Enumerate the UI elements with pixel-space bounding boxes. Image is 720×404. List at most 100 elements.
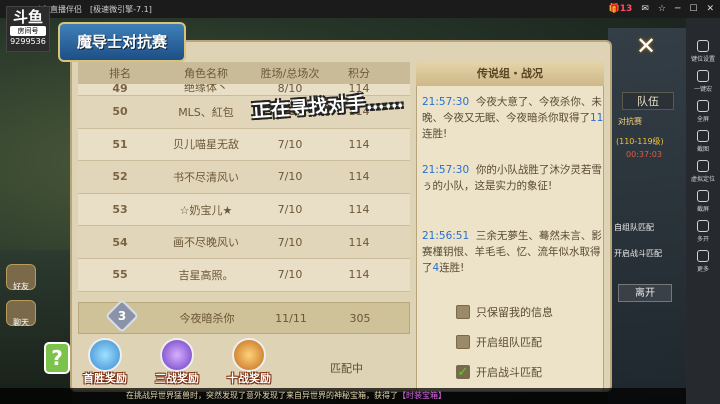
log-time: 21:57:30 bbox=[422, 96, 470, 108]
header-name: 角色名称 bbox=[184, 67, 228, 80]
log-time: 21:57:30 bbox=[422, 164, 470, 176]
side-timer: 00:37:03 bbox=[626, 150, 662, 159]
reward-label: 首胜奖励 bbox=[83, 372, 127, 385]
camera-icon bbox=[696, 190, 709, 202]
sidebar-item-location[interactable]: 虚拟定位 bbox=[691, 160, 715, 183]
keyboard-icon bbox=[696, 40, 709, 52]
sidebar-item-screenshot[interactable]: 截图 bbox=[696, 130, 709, 153]
gift-icon[interactable]: 🎁13 bbox=[609, 4, 633, 14]
potion-icon bbox=[232, 338, 266, 372]
row-record: 7/10 bbox=[277, 137, 303, 151]
sidebar-item-more[interactable]: 更多 bbox=[696, 250, 709, 273]
row-name: MLS、紅包 bbox=[178, 105, 234, 119]
sidebar-item-capture[interactable]: 截屏 bbox=[696, 190, 709, 213]
only-my-info-checkbox[interactable]: 只保留我的信息 bbox=[456, 304, 553, 320]
my-record: 11/11 bbox=[275, 311, 307, 325]
row-name: 贝儿喵星无敌 bbox=[173, 138, 239, 152]
row-score: 114 bbox=[348, 170, 370, 184]
row-name: ☆奶宝儿★ bbox=[179, 203, 233, 217]
close-window-button[interactable]: ✕ bbox=[706, 4, 714, 14]
window-version: [极速微引擎-7.1] bbox=[90, 4, 152, 14]
minimize-button[interactable]: ─ bbox=[675, 4, 680, 14]
help-button[interactable]: ? bbox=[44, 342, 70, 374]
sidebar-label: 一键宏 bbox=[693, 86, 712, 93]
ranking-header: 排名 角色名称 胜场/总场次 积分 bbox=[78, 62, 410, 84]
team-match-checkbox[interactable]: 开启组队匹配 bbox=[456, 334, 542, 350]
row-score: 114 bbox=[348, 268, 370, 282]
log-tail: 连胜! bbox=[439, 262, 465, 274]
leave-button[interactable]: 离开 bbox=[618, 284, 672, 302]
ticker-item: 【时装宝箱】 bbox=[398, 391, 446, 400]
friends-button[interactable]: 好友 bbox=[6, 264, 36, 291]
row-rank: 52 bbox=[112, 170, 128, 184]
reward-label: 三战奖励 bbox=[155, 372, 199, 385]
sidebar-label: 更多 bbox=[696, 266, 709, 273]
system-ticker: 在挑战异世界猛兽时，突然发现了意外发现了来自异世界的神秘宝箱，获得了【时装宝箱】 bbox=[0, 388, 686, 404]
sidebar-item-multi[interactable]: 多开 bbox=[696, 220, 709, 243]
location-icon bbox=[696, 160, 709, 172]
side-title: 对抗赛 bbox=[618, 117, 642, 126]
checkbox-label: 开启战斗匹配 bbox=[476, 366, 542, 379]
sidebar-label: 键位设置 bbox=[690, 56, 715, 63]
header-rank: 排名 bbox=[109, 67, 131, 80]
row-score: 114 bbox=[348, 203, 370, 217]
reward-label: 十战奖励 bbox=[227, 372, 271, 385]
table-row: 55 吉星高照。 7/10 114 bbox=[78, 258, 410, 292]
row-score: 114 bbox=[348, 235, 370, 249]
sidebar-item-fullscreen[interactable]: 全屏 bbox=[696, 100, 709, 123]
douyu-logo: 斗鱼 房间号 9299536 bbox=[6, 6, 50, 52]
sidebar-item-macro[interactable]: 一键宏 bbox=[694, 70, 712, 93]
potion-icon bbox=[88, 338, 122, 372]
row-record: 7/10 bbox=[277, 268, 303, 282]
fullscreen-icon bbox=[696, 100, 709, 112]
ticker-text: 在挑战异世界猛兽时，突然发现了意外发现了来自异世界的神秘宝箱，获得了 bbox=[126, 391, 398, 400]
notification-count: 13 bbox=[619, 4, 633, 14]
room-label: 房间号 bbox=[10, 26, 46, 36]
row-name: 画不尽晚风い bbox=[173, 236, 239, 250]
row-rank: 51 bbox=[112, 137, 128, 151]
ranking-table[interactable]: 49 绝缘体丶 8/10 114 50 MLS、紅包 7/10 114 51 贝… bbox=[78, 84, 410, 300]
table-row: 52 书不尽清风い 7/10 114 bbox=[78, 161, 410, 194]
first-win-reward[interactable]: 首胜奖励 bbox=[76, 336, 134, 390]
battle-match-checkbox[interactable]: ✓ 开启战斗匹配 bbox=[456, 364, 542, 380]
row-rank: 49 bbox=[112, 84, 128, 95]
log-time: 21:56:51 bbox=[422, 230, 470, 242]
log-number: 11 bbox=[590, 112, 604, 124]
sidebar-label: 全屏 bbox=[696, 116, 709, 123]
ten-battle-reward[interactable]: 十战奖励 bbox=[220, 336, 278, 390]
mail-icon[interactable]: ✉ bbox=[641, 4, 649, 14]
sidebar-label: 多开 bbox=[696, 236, 709, 243]
matching-status: 匹配中 bbox=[330, 362, 363, 375]
window-titlebar: 斗鱼直播伴侣 [极速微引擎-7.1] 🎁13 ✉ ☆ ─ ☐ ✕ bbox=[0, 0, 720, 18]
row-record: 7/10 bbox=[277, 203, 303, 217]
header-record: 胜场/总场次 bbox=[260, 67, 320, 80]
checkbox-icon bbox=[456, 305, 470, 319]
tab-team[interactable]: 队伍 bbox=[622, 92, 674, 110]
side-line2: 开启战斗匹配 bbox=[614, 249, 662, 258]
table-row: 51 贝儿喵星无敌 7/10 114 bbox=[78, 128, 410, 162]
my-score: 305 bbox=[349, 311, 371, 325]
sidebar-item-keymap[interactable]: 键位设置 bbox=[691, 40, 715, 63]
battle-log-title: 传说组・战况 bbox=[416, 62, 604, 86]
star-icon[interactable]: ☆ bbox=[658, 4, 666, 14]
more-icon bbox=[696, 250, 709, 262]
close-icon[interactable]: ✕ bbox=[634, 34, 658, 58]
row-name: 绝缘体丶 bbox=[184, 84, 228, 94]
multi-window-icon bbox=[696, 220, 709, 232]
sidebar-label: 截屏 bbox=[696, 206, 709, 213]
game-side-panel bbox=[608, 28, 686, 404]
sidebar-label: 虚拟定位 bbox=[690, 176, 715, 183]
log-entry: 21:57:30 今夜大意了、今夜杀你、未晚、今夜又无眠、今夜暗杀你取得了11连… bbox=[422, 94, 604, 142]
left-game-ui: 好友 聊天 bbox=[0, 250, 72, 404]
scissors-icon bbox=[696, 130, 709, 142]
checkbox-label: 开启组队匹配 bbox=[476, 336, 542, 349]
checkbox-label: 只保留我的信息 bbox=[476, 306, 553, 319]
maximize-button[interactable]: ☐ bbox=[689, 4, 697, 14]
three-battle-reward[interactable]: 三战奖励 bbox=[148, 336, 206, 390]
row-rank: 55 bbox=[112, 268, 128, 282]
chat-button[interactable]: 聊天 bbox=[6, 300, 36, 327]
window-controls: 🎁13 ✉ ☆ ─ ☐ ✕ bbox=[609, 0, 720, 18]
row-rank: 50 bbox=[112, 105, 128, 119]
row-score: 114 bbox=[348, 137, 370, 151]
macro-icon bbox=[696, 70, 709, 82]
